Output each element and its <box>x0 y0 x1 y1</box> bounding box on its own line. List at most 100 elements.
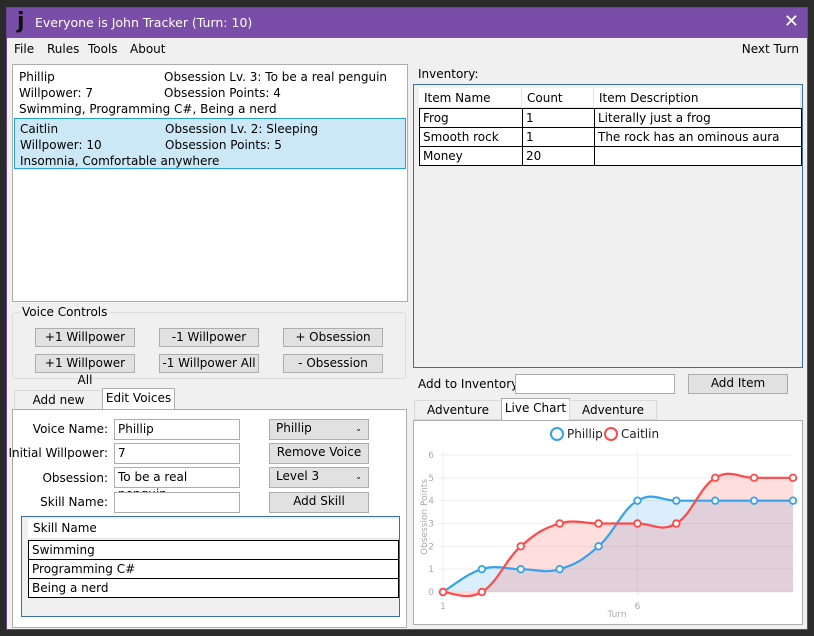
cell-count: 1 <box>522 127 595 147</box>
close-icon[interactable]: ✕ <box>784 11 799 32</box>
point-phillip <box>516 564 525 574</box>
voice-willpower: Willpower: 10 <box>20 138 102 152</box>
edit-voices-panel: Voice Name: Initial Willpower: Obsession… <box>8 409 407 628</box>
inventory-table[interactable]: Item Name Count Item Description Frog 1 … <box>413 84 803 368</box>
point-phillip <box>594 542 603 551</box>
x-axis-label: Turn <box>606 610 626 620</box>
x-tick-label: 6 <box>635 602 641 612</box>
next-turn-button[interactable]: Next Turn <box>742 42 799 56</box>
voice-select[interactable]: Phillip ⌄ <box>269 419 369 440</box>
tab-add-new-voice[interactable]: Add new voice <box>14 390 103 425</box>
point-caitlin <box>788 473 798 483</box>
voice-points: Obsession Points: 4 <box>164 86 281 100</box>
skill-row[interactable]: Swimming <box>28 540 399 560</box>
voice-name-input[interactable]: Phillip <box>114 419 240 440</box>
chevron-down-icon: ⌄ <box>355 472 362 481</box>
cell-description <box>594 146 802 166</box>
cell-item-name: Frog <box>419 108 523 128</box>
inventory-header: Item Name Count Item Description <box>419 88 801 108</box>
voice-obsession: Obsession Lv. 2: Sleeping <box>165 122 319 136</box>
inventory-label: Inventory: <box>418 67 479 81</box>
menu-bar: File Rules Tools About Next Turn <box>7 38 807 60</box>
obsession-label: Obsession: <box>42 471 108 485</box>
voice-name: Caitlin <box>20 122 59 136</box>
tab-live-chart[interactable]: Live Chart <box>501 398 570 420</box>
live-chart-panel: 012345616 Phillip Caitlin Obsession Point… <box>413 420 803 625</box>
add-inventory-label: Add to Inventory: <box>418 377 522 391</box>
skill-name-input[interactable] <box>114 492 240 513</box>
obsession-chart: 01234561 6 Phillip Caitlin Obsession Point… <box>420 427 798 620</box>
point-caitlin <box>711 473 720 483</box>
point-caitlin <box>672 519 681 528</box>
willpower-label: Initial Willpower: <box>8 446 108 460</box>
cell-description: Literally just a frog <box>594 108 802 128</box>
point-phillip <box>477 564 487 574</box>
window-title: Everyone is John Tracker (Turn: 10) <box>35 15 253 30</box>
legend-marker-phillip <box>550 427 564 441</box>
menu-about[interactable]: About <box>130 42 165 56</box>
legend-marker-caitlin <box>604 427 618 441</box>
cell-description: The rock has an ominous aura <box>594 127 802 147</box>
voice-skills: Insomnia, Comfortable anywhere <box>20 154 220 168</box>
skills-header: Skill Name <box>28 519 399 539</box>
point-caitlin <box>516 542 525 551</box>
point-caitlin <box>477 587 487 597</box>
point-caitlin <box>438 587 448 597</box>
voice-obsession: Obsession Lv. 3: To be a real penguin <box>164 70 388 84</box>
plus-obsession-button[interactable]: + Obsession <box>283 328 383 347</box>
voice-name: Phillip <box>19 70 55 84</box>
tab-edit-voices[interactable]: Edit Voices <box>102 388 175 410</box>
willpower-input[interactable]: 7 <box>114 443 240 464</box>
add-skill-button[interactable]: Add Skill <box>269 492 369 513</box>
voice-willpower: Willpower: 7 <box>19 86 93 100</box>
title-bar: j Everyone is John Tracker (Turn: 10) ✕ <box>7 8 807 38</box>
tab-adventure-log[interactable]: Adventure Log <box>414 400 502 435</box>
point-phillip <box>788 496 798 505</box>
minus-willpower-all-button[interactable]: -1 Willpower All <box>159 354 259 373</box>
cell-count: 1 <box>522 108 595 128</box>
cell-count: 20 <box>522 146 595 166</box>
plus-willpower-button[interactable]: +1 Willpower <box>35 328 135 347</box>
legend-label-phillip: Phillip <box>567 427 603 441</box>
skill-row[interactable]: Being a nerd <box>28 578 399 598</box>
point-phillip <box>711 496 720 505</box>
level-select-value: Level 3 <box>276 469 320 483</box>
voice-points: Obsession Points: 5 <box>165 138 282 152</box>
cell-item-name: Smooth rock <box>419 127 523 147</box>
chart-legend: Phillip Caitlin <box>550 427 659 441</box>
cell-item-name: Money <box>419 146 523 166</box>
add-item-button[interactable]: Add Item <box>688 374 788 394</box>
voice-skills: Swimming, Programming C#, Being a nerd <box>19 102 277 116</box>
point-caitlin <box>555 519 564 528</box>
header-count: Count <box>522 88 594 108</box>
voice-item-caitlin[interactable]: Caitlin Obsession Lv. 2: Sleeping Willpow… <box>14 118 406 169</box>
point-caitlin <box>633 519 642 528</box>
tab-adventure-log-2[interactable]: Adventure Log <box>569 400 657 435</box>
skill-row[interactable]: Programming C# <box>28 559 399 579</box>
minus-willpower-button[interactable]: -1 Willpower <box>159 328 259 347</box>
point-phillip <box>555 564 564 574</box>
skill-name-label: Skill Name: <box>40 495 108 509</box>
app-window: j Everyone is John Tracker (Turn: 10) ✕ … <box>6 7 808 630</box>
voice-controls-label: Voice Controls <box>19 305 111 319</box>
obsession-input[interactable]: To be a real penguin <box>114 467 240 501</box>
add-inventory-input[interactable] <box>515 374 675 394</box>
voice-list[interactable]: Phillip Obsession Lv. 3: To be a real pen… <box>12 64 408 302</box>
y-axis-label: Obsession Points <box>420 479 430 555</box>
plus-willpower-all-button[interactable]: +1 Willpower All <box>35 354 135 387</box>
minus-obsession-button[interactable]: - Obsession <box>283 354 383 373</box>
level-select[interactable]: Level 3 ⌄ <box>269 467 369 488</box>
voice-name-label: Voice Name: <box>32 422 108 436</box>
menu-file[interactable]: File <box>14 42 34 56</box>
skills-table[interactable]: Skill Name Swimming Programming C# Being… <box>21 516 400 617</box>
x-tick-label: 1 <box>440 602 446 612</box>
header-item-name: Item Name <box>419 88 522 108</box>
y-tick-label: 6 <box>428 451 434 461</box>
menu-rules[interactable]: Rules <box>47 42 79 56</box>
chevron-down-icon: ⌄ <box>355 424 362 433</box>
remove-voice-button[interactable]: Remove Voice <box>269 443 369 464</box>
voice-item-phillip[interactable]: Phillip Obsession Lv. 3: To be a real pen… <box>14 67 406 116</box>
menu-tools[interactable]: Tools <box>88 42 118 56</box>
y-tick-label: 0 <box>428 588 434 598</box>
point-phillip <box>633 496 642 505</box>
